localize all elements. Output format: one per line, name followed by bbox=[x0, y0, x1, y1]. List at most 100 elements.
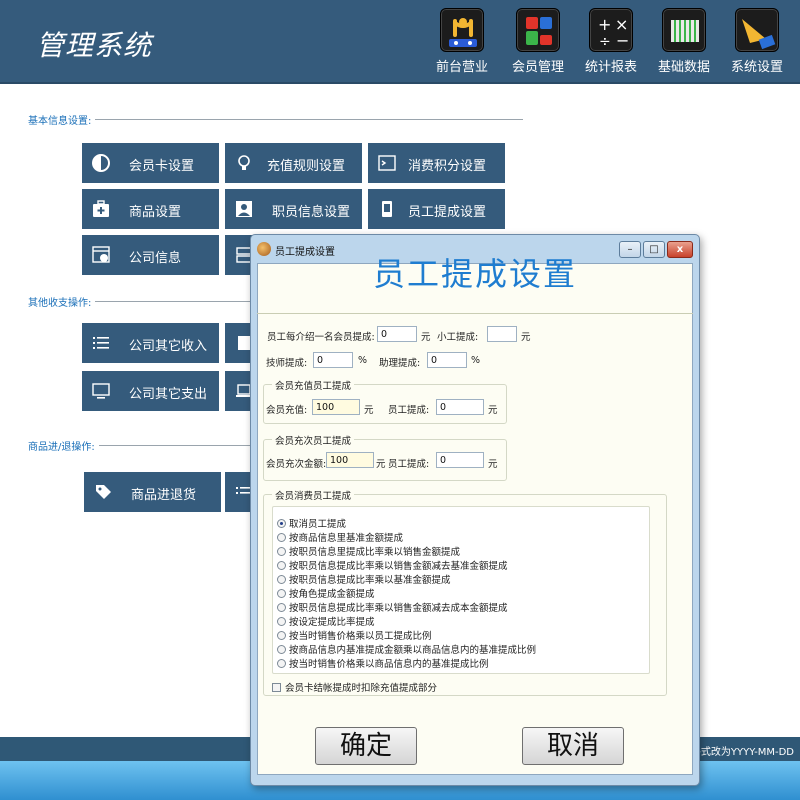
nav-system-settings[interactable]: 系统设置 bbox=[722, 8, 792, 80]
unit-yuan: 元 bbox=[421, 332, 431, 343]
tile-staff-info[interactable]: 职员信息设置 bbox=[225, 189, 362, 229]
user-icon bbox=[234, 199, 254, 219]
half-circle-icon bbox=[91, 153, 111, 173]
tile-label: 充值规则设置 bbox=[267, 159, 346, 174]
tile-staff-commission[interactable]: 员工提成设置 bbox=[368, 189, 505, 229]
nav-label: 统计报表 bbox=[584, 60, 637, 75]
tile-label: 会员卡设置 bbox=[129, 159, 195, 174]
count-recharge-amount-input[interactable] bbox=[326, 452, 374, 468]
radio-option[interactable]: 按职员信息提成比率乘以销售金额减去成本金额提成 bbox=[277, 600, 508, 614]
radio-empty-icon bbox=[277, 603, 286, 612]
technician-commission-label: 技师提成: bbox=[266, 358, 308, 369]
radio-option[interactable]: 按职员信息里提成比率乘以销售金额提成 bbox=[277, 544, 460, 558]
globe-window-icon bbox=[91, 245, 111, 265]
radio-option[interactable]: 按当时销售价格乘以商品信息内的基准提成比例 bbox=[277, 656, 489, 670]
tile-member-card-settings[interactable]: 会员卡设置 bbox=[82, 143, 219, 183]
unit-yuan: 元 bbox=[376, 459, 386, 470]
radio-option[interactable]: 按职员信息提成比率乘以基准金额提成 bbox=[277, 572, 451, 586]
section-basic-settings: 基本信息设置: bbox=[28, 112, 523, 127]
terminal-icon bbox=[377, 153, 397, 173]
radio-empty-icon bbox=[277, 561, 286, 570]
unit-percent: % bbox=[358, 355, 368, 366]
nav-label: 会员管理 bbox=[511, 60, 564, 75]
referral-commission-label: 员工每介绍一名会员提成: bbox=[267, 332, 375, 343]
cancel-button[interactable]: 取消 bbox=[522, 727, 624, 765]
tile-other-expense[interactable]: 公司其它支出 bbox=[82, 371, 219, 411]
radio-option[interactable]: 按当时销售价格乘以员工提成比例 bbox=[277, 628, 432, 642]
svg-text:+: + bbox=[598, 15, 611, 34]
first-aid-kit-icon bbox=[91, 199, 111, 219]
members-icon bbox=[516, 8, 560, 52]
app-title: 管理系统 bbox=[36, 29, 153, 62]
radio-option[interactable]: 按职员信息提成比率乘以销售金额减去基准金额提成 bbox=[277, 558, 508, 572]
radio-empty-icon bbox=[277, 659, 286, 668]
count-staff-commission-label: 员工提成: bbox=[388, 459, 430, 470]
calculator-icon: + × ÷ − bbox=[589, 8, 633, 52]
database-icon bbox=[662, 8, 706, 52]
tile-other-income[interactable]: 公司其它收入 bbox=[82, 323, 219, 363]
junior-commission-input[interactable] bbox=[487, 326, 517, 342]
tile-company-info[interactable]: 公司信息 bbox=[82, 235, 219, 275]
nav-base-data[interactable]: 基础数据 bbox=[649, 8, 719, 80]
nav-label: 前台营业 bbox=[435, 60, 488, 75]
dialog-heading: 员工提成设置 bbox=[372, 255, 577, 293]
radio-empty-icon bbox=[277, 617, 286, 626]
list-icon bbox=[91, 333, 111, 353]
nav-member-management[interactable]: 会员管理 bbox=[503, 8, 573, 80]
settings-icon bbox=[735, 8, 779, 52]
radio-empty-icon bbox=[277, 533, 286, 542]
tile-points-settings[interactable]: 消费积分设置 bbox=[368, 143, 505, 183]
unit-yuan: 元 bbox=[364, 405, 374, 416]
tile-goods-settings[interactable]: 商品设置 bbox=[82, 189, 219, 229]
checkbox-empty-icon bbox=[272, 683, 281, 692]
price-tag-icon bbox=[93, 482, 113, 502]
radio-selected-icon bbox=[277, 519, 286, 528]
technician-commission-input[interactable] bbox=[313, 352, 353, 368]
radio-empty-icon bbox=[277, 645, 286, 654]
unit-yuan: 元 bbox=[488, 405, 498, 416]
referral-commission-input[interactable] bbox=[377, 326, 417, 342]
lightbulb-icon bbox=[234, 153, 254, 173]
commission-method-list: 取消员工提成 按商品信息里基准金额提成 按职员信息里提成比率乘以销售金额提成 按… bbox=[272, 506, 650, 674]
radio-option[interactable]: 取消员工提成 bbox=[277, 516, 346, 530]
deduct-recharge-commission-checkbox[interactable]: 会员卡结帐提成时扣除充值提成部分 bbox=[272, 680, 437, 694]
tile-goods-in-out[interactable]: 商品进退货 bbox=[84, 472, 221, 512]
group-title: 会员消费员工提成 bbox=[272, 488, 355, 502]
ok-button[interactable]: 确定 bbox=[315, 727, 417, 765]
heading-divider bbox=[257, 313, 693, 314]
nav-front-desk[interactable]: 前台营业 bbox=[427, 8, 497, 80]
junior-commission-label: 小工提成: bbox=[437, 332, 479, 343]
cashier-icon bbox=[440, 8, 484, 52]
tile-label: 职员信息设置 bbox=[272, 205, 351, 220]
nav-label: 系统设置 bbox=[730, 60, 783, 75]
radio-option[interactable]: 按设定提成比率提成 bbox=[277, 614, 375, 628]
radio-option[interactable]: 按商品信息内基准提成金额乘以商品信息内的基准提成比例 bbox=[277, 642, 536, 656]
group-title: 会员充值员工提成 bbox=[272, 378, 355, 392]
count-recharge-amount-label: 会员充次金额: bbox=[266, 459, 327, 470]
svg-text:−: − bbox=[616, 31, 629, 50]
recharge-amount-input[interactable] bbox=[312, 399, 360, 415]
assistant-commission-input[interactable] bbox=[427, 352, 467, 368]
assistant-commission-label: 助理提成: bbox=[379, 358, 421, 369]
app-header: 管理系统 前台营业 会员管理 + × ÷ − 统计报表 基础数据 系统设置 bbox=[0, 0, 800, 84]
tile-recharge-rules[interactable]: 充值规则设置 bbox=[225, 143, 362, 183]
radio-option[interactable]: 按角色提成金额提成 bbox=[277, 586, 375, 600]
tile-label: 消费积分设置 bbox=[408, 159, 487, 174]
tile-label: 员工提成设置 bbox=[408, 205, 487, 220]
unit-percent: % bbox=[471, 355, 481, 366]
nav-reports[interactable]: + × ÷ − 统计报表 bbox=[576, 8, 646, 80]
recharge-staff-commission-input[interactable] bbox=[436, 399, 484, 415]
svg-text:÷: ÷ bbox=[599, 34, 611, 50]
recharge-amount-label: 会员充值: bbox=[266, 405, 308, 416]
radio-option[interactable]: 按商品信息里基准金额提成 bbox=[277, 530, 403, 544]
recharge-staff-commission-label: 员工提成: bbox=[388, 405, 430, 416]
tile-label: 商品设置 bbox=[129, 205, 182, 220]
tile-label: 公司信息 bbox=[129, 251, 182, 266]
phone-icon bbox=[377, 199, 397, 219]
unit-yuan: 元 bbox=[521, 332, 531, 343]
tile-label: 公司其它收入 bbox=[129, 339, 208, 354]
nav-label: 基础数据 bbox=[657, 60, 710, 75]
tile-label: 商品进退货 bbox=[131, 488, 197, 503]
count-staff-commission-input[interactable] bbox=[436, 452, 484, 468]
tile-label: 公司其它支出 bbox=[129, 387, 208, 402]
